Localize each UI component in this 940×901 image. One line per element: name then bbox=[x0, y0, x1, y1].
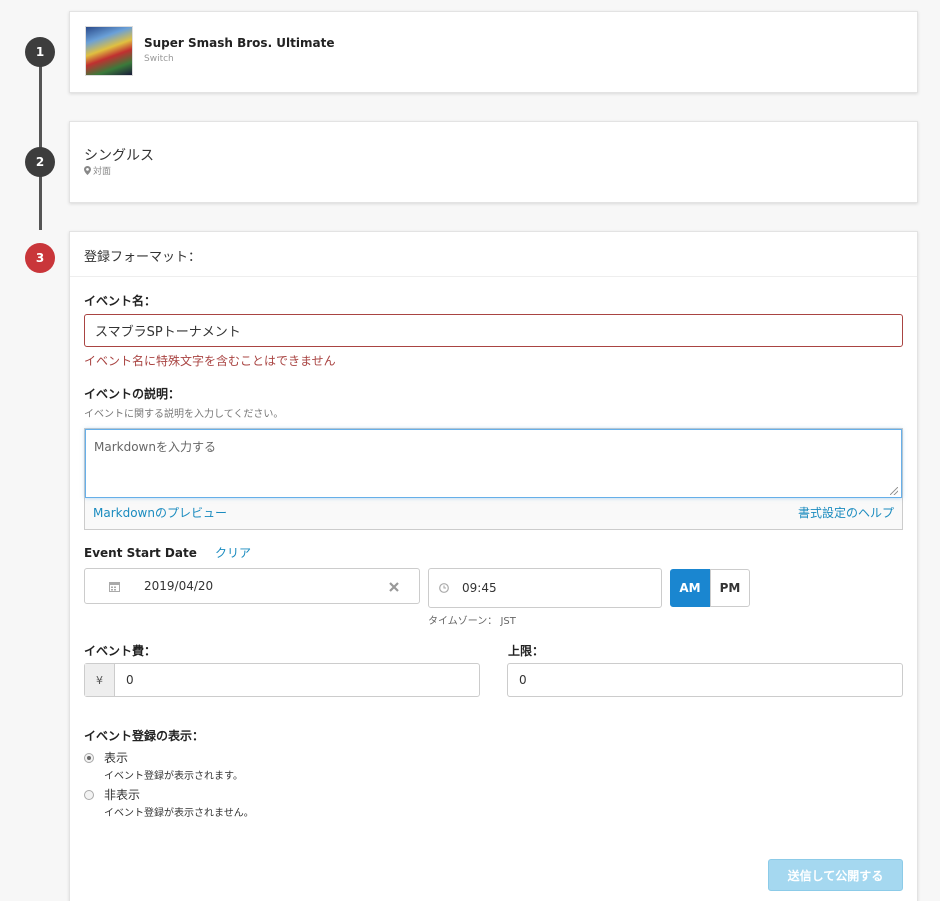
option-hide-desc: イベント登録が表示されません。 bbox=[104, 808, 254, 819]
resize-handle-icon[interactable] bbox=[890, 487, 898, 495]
event-name-label: イベント名： bbox=[84, 294, 157, 308]
event-name-error: イベント名に特殊文字を含むことはできません bbox=[84, 354, 336, 368]
am-button[interactable]: AM bbox=[670, 569, 710, 607]
date-input[interactable]: 2019/04/20 bbox=[84, 568, 420, 604]
clear-date-icon[interactable] bbox=[389, 582, 399, 592]
pm-button[interactable]: PM bbox=[710, 569, 750, 607]
limit-label: 上限： bbox=[508, 644, 545, 658]
clock-icon bbox=[439, 583, 449, 593]
option-hide-title: 非表示 bbox=[104, 788, 141, 802]
radio-show[interactable] bbox=[84, 753, 94, 763]
markdown-editor: Markdownを入力する Markdownのプレビュー 書式設定のヘルプ bbox=[84, 428, 903, 530]
limit-value: 0 bbox=[519, 673, 527, 687]
game-card[interactable]: Super Smash Bros. Ultimate Switch bbox=[69, 11, 918, 93]
clear-date-link[interactable]: クリア bbox=[215, 546, 251, 560]
game-platform: Switch bbox=[144, 54, 174, 64]
description-label: イベントの説明： bbox=[84, 387, 181, 401]
event-type-title: シングルス bbox=[84, 148, 154, 164]
limit-input[interactable]: 0 bbox=[507, 663, 903, 697]
visibility-option-hide[interactable]: 非表示 イベント登録が表示されません。 bbox=[84, 786, 254, 819]
markdown-preview-link[interactable]: Markdownのプレビュー bbox=[93, 504, 227, 521]
event-name-input[interactable]: スマブラSPトーナメント bbox=[84, 314, 903, 347]
option-show-desc: イベント登録が表示されます。 bbox=[104, 771, 243, 782]
fee-input[interactable]: ¥ 0 bbox=[84, 663, 480, 697]
step-connector-2-3 bbox=[39, 176, 42, 230]
submit-publish-button[interactable]: 送信して公開する bbox=[768, 859, 903, 891]
registration-header-text: 登録フォーマット： bbox=[84, 250, 202, 265]
event-name-value: スマブラSPトーナメント bbox=[95, 325, 241, 340]
date-value: 2019/04/20 bbox=[144, 579, 214, 593]
step-1-badge: 1 bbox=[25, 37, 55, 67]
registration-header: 登録フォーマット： bbox=[70, 232, 917, 277]
radio-hide[interactable] bbox=[84, 790, 94, 800]
fee-value: 0 bbox=[126, 673, 134, 687]
start-date-label: Event Start Date クリア bbox=[84, 544, 251, 561]
step-3-badge: 3 bbox=[25, 243, 55, 273]
game-title: Super Smash Bros. Ultimate bbox=[144, 36, 335, 50]
time-input[interactable]: 09:45 bbox=[428, 568, 662, 608]
game-cover-image bbox=[85, 26, 133, 76]
start-date-label-text: Event Start Date bbox=[84, 546, 197, 560]
format-help-link[interactable]: 書式設定のヘルプ bbox=[798, 504, 894, 521]
event-location-text: 対面 bbox=[93, 167, 112, 177]
time-value: 09:45 bbox=[462, 581, 497, 595]
event-type-card[interactable]: シングルス 対面 bbox=[69, 121, 918, 203]
step-2-badge: 2 bbox=[25, 147, 55, 177]
map-pin-icon bbox=[84, 166, 91, 175]
timezone-text: タイムゾーン： JST bbox=[428, 616, 516, 627]
description-textarea[interactable]: Markdownを入力する bbox=[85, 429, 902, 498]
registration-form-card: 登録フォーマット： イベント名： スマブラSPトーナメント イベント名に特殊文字… bbox=[69, 231, 918, 901]
event-location: 対面 bbox=[84, 164, 111, 177]
calendar-icon bbox=[109, 582, 120, 592]
currency-addon: ¥ bbox=[85, 664, 115, 696]
visibility-label: イベント登録の表示： bbox=[84, 729, 205, 743]
description-help: イベントに関する説明を入力してください。 bbox=[84, 409, 284, 420]
step-connector-1-2 bbox=[39, 66, 42, 148]
option-show-title: 表示 bbox=[104, 751, 129, 765]
description-placeholder: Markdownを入力する bbox=[94, 440, 216, 454]
visibility-option-show[interactable]: 表示 イベント登録が表示されます。 bbox=[84, 749, 243, 782]
fee-label: イベント費： bbox=[84, 644, 157, 658]
